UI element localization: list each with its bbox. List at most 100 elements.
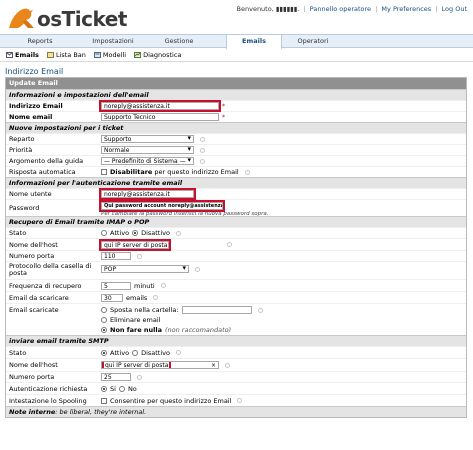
- smtp-auth-label: Autenticazione richiesta: [9, 384, 88, 393]
- fetch-host-input[interactable]: qui IP server di posta: [99, 238, 171, 251]
- tab-settings[interactable]: Impostazioni: [80, 35, 146, 48]
- tab-manage[interactable]: Gestione: [146, 35, 212, 48]
- help-icon[interactable]: [195, 266, 200, 272]
- help-icon[interactable]: [137, 374, 142, 380]
- smtp-host-label: Nome dell'host: [9, 361, 58, 369]
- priority-label: Priorità: [9, 146, 33, 154]
- help-icon[interactable]: [200, 147, 205, 153]
- fetch-frequency-input[interactable]: 5: [101, 281, 131, 290]
- brand-name: osTicket: [37, 7, 127, 31]
- main-tabs: Reports Impostazioni Gestione Emails Ope…: [0, 34, 473, 49]
- help-icon[interactable]: [200, 158, 205, 164]
- delete-emails-radio[interactable]: [101, 317, 107, 323]
- not-recommended-note: (non raccomandato): [164, 326, 232, 334]
- kangaroo-logo-icon: [6, 4, 36, 30]
- smtp-disabled-label: Disattivo: [141, 348, 170, 357]
- row-fetch-status: Stato Attivo Disattivo: [6, 227, 466, 238]
- row-email-name: Nome email Supporto Tecnico *: [6, 111, 466, 122]
- subnav-ban-list-label: Lista Ban: [55, 50, 86, 59]
- user-name: ▮▮▮▮▮▮.: [275, 5, 300, 13]
- brand-logo[interactable]: osTicket: [6, 4, 127, 30]
- auto-response-checkbox[interactable]: [101, 169, 107, 175]
- auth-no-radio[interactable]: [118, 385, 125, 392]
- row-fetch-port: Numero porta 110: [6, 250, 466, 261]
- help-icon[interactable]: [160, 283, 166, 288]
- fetch-status-label: Stato: [9, 229, 27, 237]
- help-icon[interactable]: [137, 253, 142, 259]
- help-icon[interactable]: [237, 398, 243, 403]
- section-auth: Informazioni per l'autenticazione tramit…: [6, 177, 466, 188]
- clear-icon[interactable]: ×: [211, 362, 216, 368]
- spoofing-checkbox[interactable]: [101, 397, 107, 404]
- subnav-ban-list[interactable]: Lista Ban: [46, 50, 86, 59]
- emails-per-fetch-input[interactable]: 30: [101, 293, 123, 302]
- move-to-folder-label: Sposta nella cartella:: [110, 306, 179, 314]
- email-icon: [6, 51, 13, 58]
- protocol-label: Protocollo della casella di posta: [9, 262, 92, 277]
- tab-agents[interactable]: Operatori: [282, 35, 344, 48]
- password-input[interactable]: Qui password account noreply@assistenza.…: [99, 200, 225, 212]
- email-address-label: Indirizzo Email: [9, 102, 63, 110]
- smtp-active-label: Attivo: [110, 348, 130, 357]
- department-label: Reparto: [9, 135, 35, 143]
- required-marker: *: [222, 102, 225, 110]
- smtp-status-label: Stato: [9, 348, 27, 357]
- help-icon[interactable]: [153, 295, 159, 300]
- help-topic-select[interactable]: — Predefinito di Sistema —: [101, 157, 194, 165]
- row-fetched-emails: Email scaricate Sposta nella cartella: E…: [6, 303, 466, 334]
- email-address-input[interactable]: noreply@assistenza.it: [99, 100, 221, 112]
- form-header: Update Email: [6, 78, 466, 89]
- do-nothing-radio[interactable]: [101, 327, 107, 333]
- spoofing-label: Intestazione lo Spooling: [9, 396, 87, 405]
- move-folder-input[interactable]: [181, 306, 252, 314]
- tab-emails[interactable]: Emails: [226, 35, 282, 49]
- smtp-disabled-radio[interactable]: [132, 349, 139, 356]
- protocol-select[interactable]: POP: [101, 265, 189, 273]
- subnav-templates[interactable]: Modelli: [93, 51, 126, 59]
- fetch-active-radio[interactable]: [101, 230, 107, 236]
- password-label: Password: [9, 204, 40, 212]
- section-smtp: inviare email tramite SMTP: [6, 335, 466, 346]
- help-icon[interactable]: [227, 242, 232, 247]
- priority-select[interactable]: Normale: [101, 146, 194, 154]
- help-icon[interactable]: [175, 350, 181, 355]
- help-icon[interactable]: [244, 169, 250, 175]
- row-fetch-frequency: Frequenza di recupero 5 minuti: [6, 279, 466, 291]
- emails-per-fetch-unit: emails: [126, 293, 148, 302]
- username-input[interactable]: noreply@assistenza.it: [99, 188, 196, 200]
- subnav-diagnostic[interactable]: Diagnostica: [134, 51, 181, 59]
- help-icon[interactable]: [225, 362, 230, 368]
- tab-reports[interactable]: Reports: [0, 35, 80, 48]
- department-select[interactable]: Supporto: [101, 135, 194, 143]
- fetch-frequency-label: Frequenza di recupero: [9, 281, 82, 290]
- fetch-port-label: Numero porta: [9, 252, 55, 260]
- email-name-input[interactable]: Supporto Tecnico: [101, 113, 219, 121]
- subnav-diagnostic-label: Diagnostica: [143, 50, 182, 59]
- row-username: Nome utente noreply@assistenza.it: [6, 188, 466, 200]
- email-name-label: Nome email: [9, 113, 53, 121]
- help-icon[interactable]: [175, 230, 181, 236]
- smtp-port-input[interactable]: 25: [101, 373, 131, 381]
- help-icon[interactable]: [257, 307, 263, 313]
- user-links: Benvenuto, ▮▮▮▮▮▮. | Pannello operatore …: [236, 5, 467, 13]
- welcome-text: Benvenuto,: [236, 5, 276, 13]
- fetch-disabled-radio[interactable]: [132, 230, 139, 236]
- row-priority: Priorità Normale: [6, 144, 466, 155]
- row-emails-per-fetch: Email da scaricare 30 emails: [6, 291, 466, 303]
- staff-panel-link[interactable]: Pannello operatore: [310, 5, 371, 13]
- auto-response-label: Risposta automatica: [9, 168, 76, 176]
- help-topic-label: Argomento della guida: [9, 157, 84, 165]
- row-auto-response: Risposta automatica Disabilitare per que…: [6, 166, 466, 177]
- smtp-port-label: Numero porta: [9, 373, 55, 381]
- fetch-port-input[interactable]: 110: [101, 252, 131, 260]
- logout-link[interactable]: Log Out: [442, 5, 467, 13]
- internal-notes-text: : be liberal, they're internal.: [55, 408, 147, 416]
- help-icon[interactable]: [200, 136, 205, 142]
- auth-yes-radio[interactable]: [101, 385, 107, 392]
- move-to-folder-radio[interactable]: [101, 307, 107, 313]
- smtp-active-radio[interactable]: [101, 349, 107, 356]
- do-nothing-label: Non fare nulla: [110, 326, 162, 334]
- smtp-host-input[interactable]: qui IP server di posta ×: [101, 361, 219, 369]
- subnav-emails[interactable]: Emails: [6, 51, 39, 59]
- my-preferences-link[interactable]: My Preferences: [381, 5, 431, 13]
